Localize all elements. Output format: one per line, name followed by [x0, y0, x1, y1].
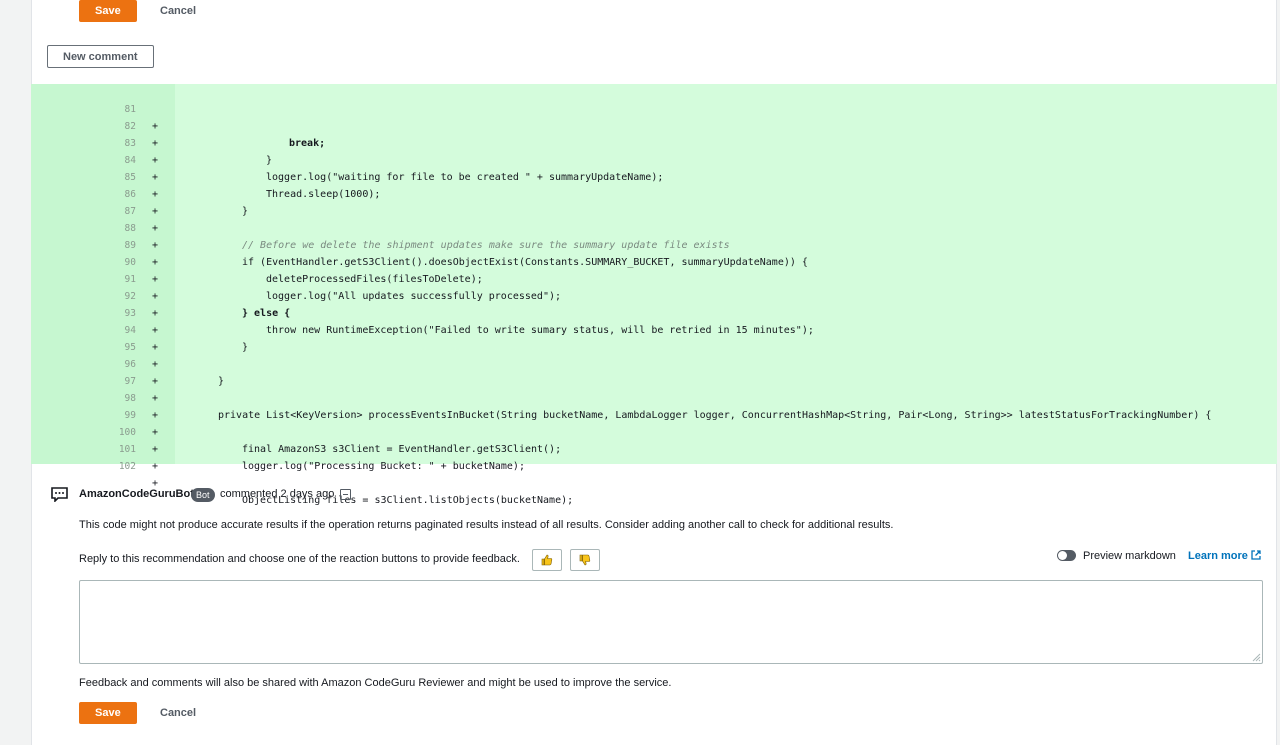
- collapse-icon[interactable]: [340, 489, 351, 500]
- code-text: logger.log("Processing Bucket: " + bucke…: [242, 461, 525, 472]
- comment-message: This code might not produce accurate res…: [79, 519, 894, 531]
- external-link-icon: [1251, 550, 1261, 560]
- top-save-button[interactable]: Save: [79, 0, 137, 22]
- comment-timestamp: commented 2 days ago: [220, 488, 335, 500]
- diff-line: 88 + if (EventHandler.getS3Client().does…: [31, 203, 1277, 268]
- line-number: 102: [118, 461, 136, 472]
- bottom-save-button[interactable]: Save: [79, 702, 137, 724]
- diff-line: 94 +: [31, 305, 1277, 353]
- feedback-note: Feedback and comments will also be share…: [79, 677, 672, 689]
- resize-grip-icon[interactable]: [1252, 653, 1261, 662]
- diff-line: 84 + Thread.sleep(1000);: [31, 135, 1277, 200]
- diff-line: 89 + deleteProcessedFiles(filesToDelete)…: [31, 220, 1277, 285]
- diff-line: 102 + ObjectListing files = s3Client.lis…: [31, 441, 1277, 506]
- diff-line: 90 + logger.log("All updates successfull…: [31, 237, 1277, 302]
- top-cancel-button[interactable]: Cancel: [160, 5, 196, 17]
- new-comment-button[interactable]: New comment: [47, 45, 154, 68]
- diff-line: 99 + final AmazonS3 s3Client = EventHand…: [31, 390, 1277, 455]
- code-diff: 81 + break; 82 + } 83 + logger.log("wait…: [31, 84, 1277, 506]
- diff-line: 100 + logger.log("Processing Bucket: " +…: [31, 407, 1277, 472]
- diff-line: 98 +: [31, 373, 1277, 421]
- comment-author: AmazonCodeGuruBot: [79, 488, 194, 500]
- diff-line: 97 + private List<KeyVersion> processEve…: [31, 356, 1277, 421]
- thumbs-down-icon: [579, 554, 591, 566]
- diff-line: 91 + } else {: [31, 254, 1277, 319]
- diff-line: 101 +: [31, 424, 1277, 472]
- comment-bubble-icon: [51, 487, 68, 502]
- learn-more-link[interactable]: Learn more: [1188, 550, 1248, 562]
- diff-line: 83 + logger.log("waiting for file to be …: [31, 118, 1277, 183]
- diff-line: 93 + }: [31, 288, 1277, 353]
- bot-badge: Bot: [191, 488, 215, 502]
- preview-markdown-toggle[interactable]: [1057, 550, 1076, 561]
- diff-line: 96 +: [31, 339, 1277, 387]
- diff-line: 81 + break;: [31, 84, 1277, 149]
- bottom-cancel-button[interactable]: Cancel: [160, 707, 196, 719]
- diff-line: 92 + throw new RuntimeException("Failed …: [31, 271, 1277, 336]
- diff-line: 95 + }: [31, 322, 1277, 387]
- reply-prompt: Reply to this recommendation and choose …: [79, 553, 520, 565]
- thumbs-down-button[interactable]: [570, 549, 600, 571]
- diff-line: 87 + // Before we delete the shipment up…: [31, 186, 1277, 251]
- diff-line: 85 + }: [31, 152, 1277, 217]
- diff-line: 82 + }: [31, 101, 1277, 166]
- thumbs-up-button[interactable]: [532, 549, 562, 571]
- thumbs-up-icon: [541, 554, 553, 566]
- reply-textarea[interactable]: [79, 580, 1263, 664]
- preview-markdown-label: Preview markdown: [1083, 550, 1176, 562]
- diff-line: 86 +: [31, 169, 1277, 217]
- added-marker: +: [152, 461, 159, 472]
